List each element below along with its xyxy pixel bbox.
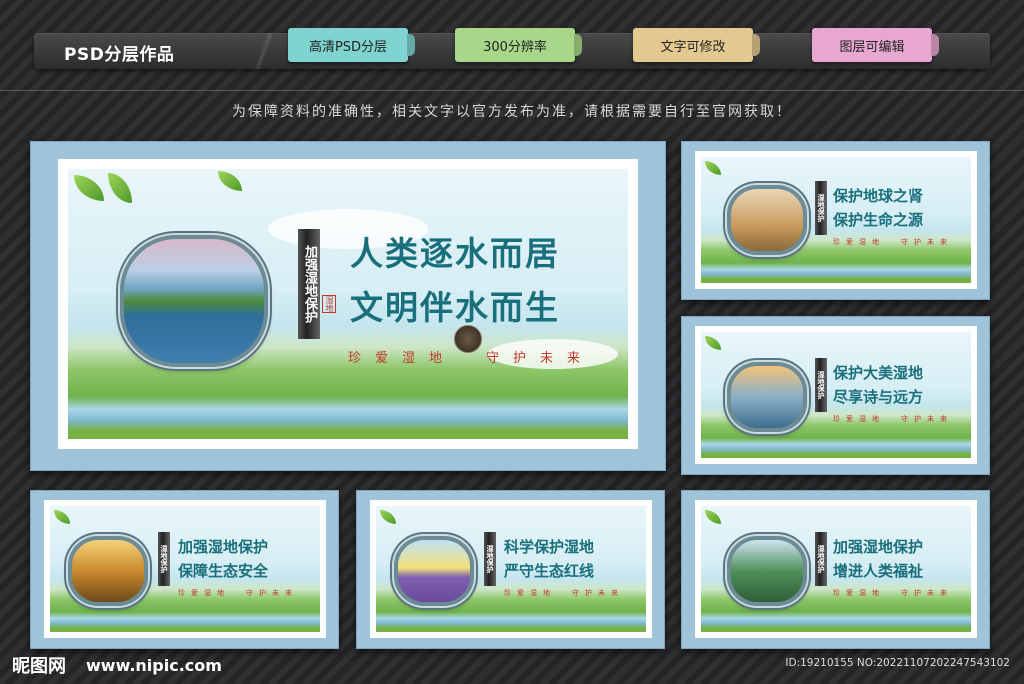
header-title: PSD分层作品 <box>64 45 175 65</box>
header-decoration <box>234 33 294 69</box>
headline-line-1: 科学保护湿地 <box>504 538 595 556</box>
board-1: 湿地保护 保护地球之肾 保护生命之源 珍爱湿地 守护未来 <box>681 141 990 300</box>
tag-editable-text: 文字可修改 <box>633 28 753 62</box>
board-3: 湿地保护 加强湿地保护 保障生态安全 珍爱湿地 守护未来 <box>30 490 339 649</box>
crane-photo-frame <box>727 185 807 255</box>
board-5-scene: 湿地保护 加强湿地保护 增进人类福祉 珍爱湿地 守护未来 <box>701 506 971 632</box>
board-2-scene: 湿地保护 保护大美湿地 尽享诗与远方 珍爱湿地 守护未来 <box>701 332 971 458</box>
red-seal: 湿地 <box>322 295 336 313</box>
lake-photo-frame <box>120 235 268 367</box>
slogan-right: 守护未来 <box>901 415 953 423</box>
leaf-icon <box>108 173 132 203</box>
main-board: 加强湿地保护 湿地 人类逐水而居 文明伴水而生 珍爱湿地 守护未来 <box>30 141 666 471</box>
vertical-title: 湿地保护 <box>158 532 170 586</box>
board-5: 湿地保护 加强湿地保护 增进人类福祉 珍爱湿地 守护未来 <box>681 490 990 649</box>
slogan-right: 守护未来 <box>572 589 624 597</box>
main-board-scene: 加强湿地保护 湿地 人类逐水而居 文明伴水而生 珍爱湿地 守护未来 <box>68 169 628 439</box>
tag-editable-layers: 图层可编辑 <box>812 28 932 62</box>
slogan-right: 守护未来 <box>901 589 953 597</box>
leaf-icon <box>54 510 70 524</box>
headline-line-2: 严守生态红线 <box>504 562 595 580</box>
vertical-title: 湿地保护 <box>815 181 827 235</box>
slogan-left: 珍爱湿地 <box>178 589 230 597</box>
main-board-inner: 加强湿地保护 湿地 人类逐水而居 文明伴水而生 珍爱湿地 守护未来 <box>58 159 638 449</box>
board-1-scene: 湿地保护 保护地球之肾 保护生命之源 珍爱湿地 守护未来 <box>701 157 971 283</box>
headline-line-1: 人类逐水而居 <box>350 234 560 273</box>
vertical-title: 湿地保护 <box>484 532 496 586</box>
vertical-title: 湿地保护 <box>815 532 827 586</box>
leaf-icon <box>705 336 721 350</box>
board-3-scene: 湿地保护 加强湿地保护 保障生态安全 珍爱湿地 守护未来 <box>50 506 320 632</box>
board-4: 湿地保护 科学保护湿地 严守生态红线 珍爱湿地 守护未来 <box>356 490 665 649</box>
watermark-logo: 昵图网 <box>12 656 66 677</box>
leaf-icon <box>705 161 721 175</box>
watermark-url[interactable]: www.nipic.com <box>86 656 222 675</box>
leaf-icon <box>705 510 721 524</box>
board-2-inner: 湿地保护 保护大美湿地 尽享诗与远方 珍爱湿地 守护未来 <box>695 326 977 464</box>
board-3-inner: 湿地保护 加强湿地保护 保障生态安全 珍爱湿地 守护未来 <box>44 500 326 638</box>
slogan-left: 珍爱湿地 <box>833 415 885 423</box>
headline-line-2: 文明伴水而生 <box>350 288 560 327</box>
leaf-icon <box>218 171 242 191</box>
slogan-left: 珍爱湿地 <box>833 589 885 597</box>
slogan-left: 珍爱湿地 <box>504 589 556 597</box>
board-4-inner: 湿地保护 科学保护湿地 严守生态红线 珍爱湿地 守护未来 <box>370 500 652 638</box>
slogan-left: 珍爱湿地 <box>833 238 885 246</box>
headline-line-2: 尽享诗与远方 <box>833 388 924 406</box>
notice-text: 为保障资料的准确性，相关文字以官方发布为准，请根据需要自行至官网获取！ <box>232 104 792 120</box>
leaf-icon <box>380 510 396 524</box>
vertical-title: 湿地保护 <box>815 358 827 412</box>
leaf-icon <box>74 175 104 201</box>
slogan-left: 珍爱湿地 <box>348 351 457 366</box>
slogan-right: 守护未来 <box>486 351 595 366</box>
board-1-inner: 湿地保护 保护地球之肾 保护生命之源 珍爱湿地 守护未来 <box>695 151 977 289</box>
headline-line-1: 加强湿地保护 <box>178 538 269 556</box>
lavender-photo-frame <box>394 536 474 606</box>
headline-line-2: 保护生命之源 <box>833 211 924 229</box>
headline-line-2: 保障生态安全 <box>178 562 269 580</box>
slogan-right: 守护未来 <box>246 589 298 597</box>
sunset-photo-frame <box>727 362 807 432</box>
tag-resolution: 300分辨率 <box>455 28 575 62</box>
board-5-inner: 湿地保护 加强湿地保护 增进人类福祉 珍爱湿地 守护未来 <box>695 500 977 638</box>
vertical-title: 加强湿地保护 <box>298 229 320 339</box>
board-4-scene: 湿地保护 科学保护湿地 严守生态红线 珍爱湿地 守护未来 <box>376 506 646 632</box>
board-2: 湿地保护 保护大美湿地 尽享诗与远方 珍爱湿地 守护未来 <box>681 316 990 475</box>
wetland-photo-frame <box>727 536 807 606</box>
headline-line-1: 保护大美湿地 <box>833 364 924 382</box>
slogan-right: 守护未来 <box>901 238 953 246</box>
emblem-icon <box>454 325 482 353</box>
divider <box>0 90 1024 91</box>
watermark-id: ID:19210155 NO:20221107202247543102 <box>785 657 1010 669</box>
tag-psd: 高清PSD分层 <box>288 28 408 62</box>
headline-line-1: 保护地球之肾 <box>833 187 924 205</box>
headline-line-2: 增进人类福祉 <box>833 562 924 580</box>
monument-photo-frame <box>68 536 148 606</box>
headline-line-1: 加强湿地保护 <box>833 538 924 556</box>
